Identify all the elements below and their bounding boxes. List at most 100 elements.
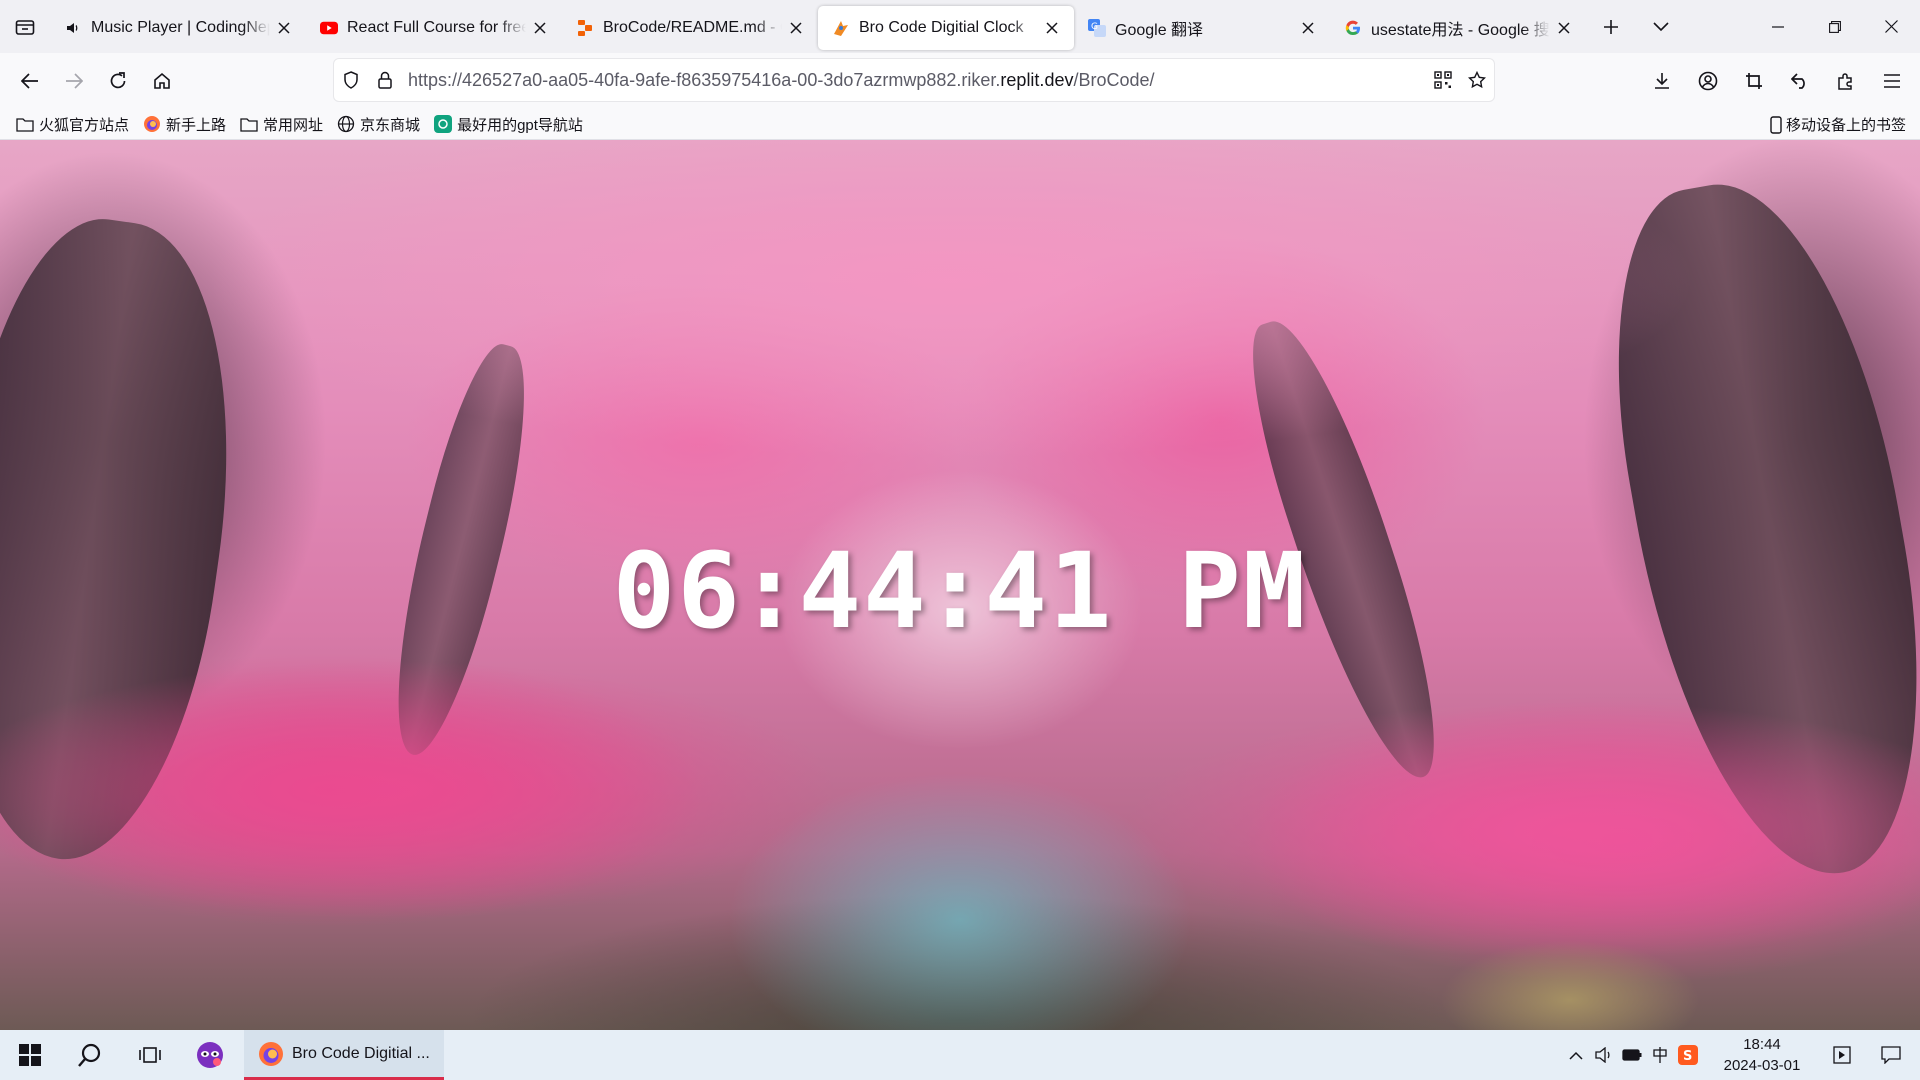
url-path: /BroCode/ [1073,69,1155,90]
app-menu-button[interactable] [1870,59,1914,103]
firefox-view-icon [15,19,35,35]
mobile-bookmarks[interactable]: 移动设备上的书签 [1770,109,1906,140]
taskbar-date: 2024-03-01 [1723,1057,1801,1074]
minimize-button[interactable] [1749,0,1806,53]
bookmark-item[interactable]: 新手上路 [139,110,230,138]
task-view-icon [139,1047,161,1063]
tab-bro-code-clock[interactable]: Bro Code Digitial Clock [818,5,1074,50]
download-icon [1655,73,1669,89]
puzzle-icon [1838,73,1852,90]
close-tab-icon[interactable] [1554,18,1574,38]
sogou-ime-icon: S [1678,1045,1698,1065]
blossom-bush-left [0,660,840,920]
start-button[interactable] [0,1030,60,1080]
home-button[interactable] [140,59,184,103]
tab-google-translate[interactable]: G Google 翻译 [1074,6,1330,50]
tab-title: usestate用法 - Google 搜索 [1371,21,1550,39]
reload-button[interactable] [96,59,140,103]
bookmark-label: 京东商城 [360,116,421,134]
tab-brocode-readme[interactable]: BroCode/README.md - CodingNepal [562,6,818,50]
close-tab-icon[interactable] [274,18,294,38]
clock-separator: : [737,530,803,652]
google-translate-icon: G [1088,18,1106,37]
folder-icon [240,115,258,133]
blossom-bush-right [1120,700,1920,960]
input-method-button[interactable] [1646,1030,1674,1080]
volume-button[interactable] [1590,1030,1618,1080]
undo-button[interactable] [1778,59,1822,103]
task-view-button[interactable] [120,1030,180,1080]
tab-google-search[interactable]: usestate用法 - Google 搜索 [1330,6,1586,50]
account-button[interactable] [1686,59,1730,103]
bookmarks-toolbar: 火狐官方站点 新手上路 常用网址 京东商城 最好用的gpt导航站 移动设备上的书… [0,109,1920,140]
hamburger-menu-icon [1884,74,1900,88]
close-tab-icon[interactable] [530,18,550,38]
tracking-protection-shield-icon[interactable] [334,59,368,101]
tab-music-player[interactable]: Music Player | CodingNepal [50,6,306,50]
close-tab-icon[interactable] [1042,18,1062,38]
restore-button[interactable] [1806,0,1863,53]
svg-text:G: G [1091,22,1098,32]
forward-button[interactable] [52,59,96,103]
clock-separator: : [923,530,989,652]
battery-icon [1622,1049,1642,1061]
tab-title: Google 翻译 [1115,21,1204,39]
bro-code-icon [832,19,850,37]
new-tab-button[interactable] [1586,0,1636,53]
window-controls [1749,0,1920,53]
url-text[interactable]: https://426527a0-aa05-40fa-9afe-f8635975… [408,70,1426,91]
bookmark-label: 最好用的gpt导航站 [457,116,583,134]
tab-title: BroCode/README.md - CodingNepal [603,18,782,36]
mobile-device-icon [1770,115,1782,134]
firefox-icon [259,1041,283,1066]
extensions-button[interactable] [1824,59,1868,103]
bookmark-item[interactable]: 最好用的gpt导航站 [430,110,587,138]
downloads-button[interactable] [1640,59,1684,103]
chevron-down-icon [1653,21,1669,31]
bookmark-item[interactable]: 京东商城 [333,110,424,138]
bookmark-item[interactable]: 火狐官方站点 [12,110,133,138]
url-host: replit.dev [1000,69,1074,90]
media-button[interactable] [1822,1030,1862,1080]
pinned-app-button[interactable] [180,1030,240,1080]
search-button[interactable] [60,1030,120,1080]
notifications-button[interactable] [1862,1030,1920,1080]
speaker-icon [64,19,82,37]
restore-icon [1828,20,1841,33]
url-prefix: https://426527a0-aa05-40fa-9afe-f8635975… [408,69,1001,90]
close-window-button[interactable] [1863,0,1920,53]
arrow-right-icon [66,73,83,89]
clock-seconds: 41 [984,530,1114,652]
digital-clock: 06:44:41 PM [0,530,1920,652]
list-all-tabs-button[interactable] [1636,0,1686,53]
youtube-icon [320,19,338,37]
firefox-icon [143,115,161,133]
screenshot-button[interactable] [1732,59,1776,103]
lock-icon[interactable] [368,59,402,101]
page-content: 06:44:41 PM [0,140,1920,1030]
address-bar[interactable]: https://426527a0-aa05-40fa-9afe-f8635975… [334,59,1494,101]
navigation-toolbar: https://426527a0-aa05-40fa-9afe-f8635975… [0,53,1920,109]
clock-gap [1114,530,1179,652]
undo-arrow-icon [1791,73,1805,89]
tab-react-course[interactable]: React Full Course for free [306,6,562,50]
tray-app-button[interactable]: S [1674,1030,1702,1080]
firefox-view-button[interactable] [0,0,50,53]
taskbar-firefox-app[interactable]: Bro Code Digitial ... [244,1030,444,1080]
battery-button[interactable] [1618,1030,1646,1080]
taskbar-clock[interactable]: 18:44 2024-03-01 [1712,1034,1812,1076]
bookmark-item[interactable]: 常用网址 [236,110,327,138]
tab-title: Bro Code Digitial Clock [859,18,1024,36]
plus-icon [1604,19,1618,34]
bookmark-star-icon[interactable] [1460,59,1494,101]
bookmark-label: 常用网址 [263,116,324,134]
account-icon [1698,71,1718,91]
tab-title: React Full Course for free [347,18,526,36]
tab-title: Music Player | CodingNepal [91,18,270,36]
close-tab-icon[interactable] [786,18,806,38]
show-hidden-icons-button[interactable] [1562,1030,1590,1080]
back-button[interactable] [8,59,52,103]
qr-code-icon[interactable] [1426,59,1460,101]
system-tray: S 18:44 2024-03-01 [1562,1030,1920,1080]
close-tab-icon[interactable] [1298,18,1318,38]
